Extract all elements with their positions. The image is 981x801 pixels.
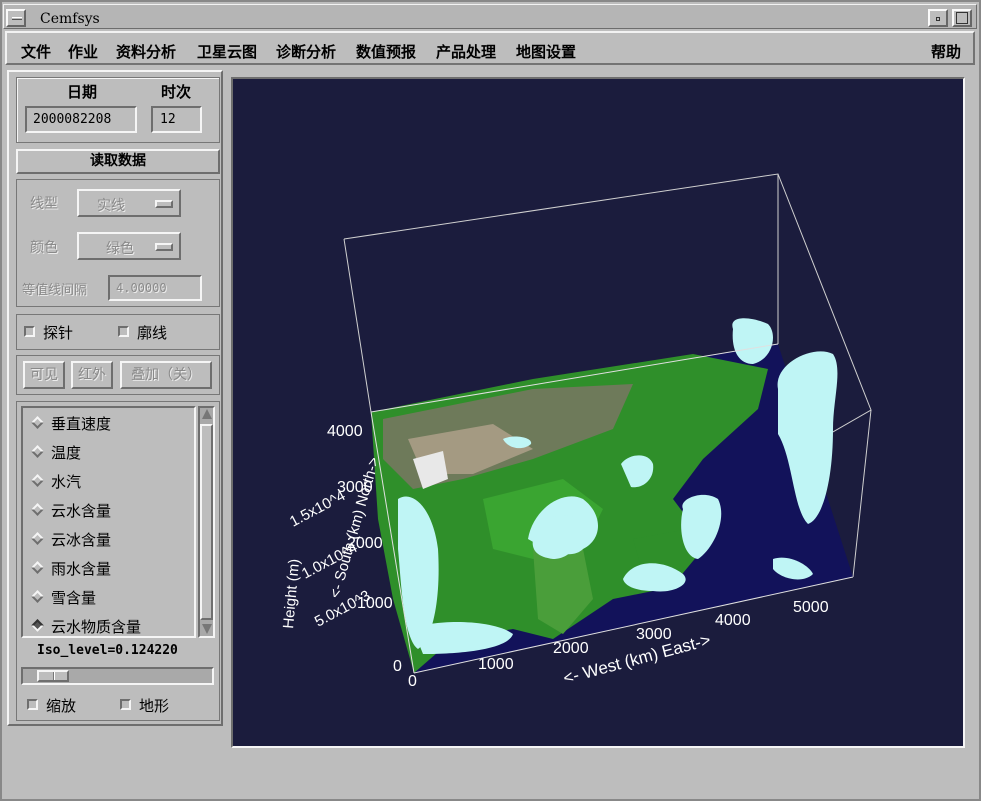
menu-bar: 文件 作业 资料分析 卫星云图 诊断分析 数值预报 产品处理 地图设置 帮助 xyxy=(5,31,975,65)
3d-viewport[interactable]: 4000 3000 2000 1000 0 Height (m) 5.0x10^… xyxy=(231,77,965,748)
list-item[interactable]: 云水含量 xyxy=(23,495,194,524)
terrain-label: 地形 xyxy=(139,697,170,715)
time-input[interactable]: 12 xyxy=(151,106,202,133)
color-select[interactable]: 绿色 xyxy=(77,232,181,260)
menu-job[interactable]: 作业 xyxy=(68,41,98,62)
date-input[interactable]: 2000082208 xyxy=(25,106,137,133)
radio-icon xyxy=(31,561,44,574)
maximize-button[interactable] xyxy=(952,9,972,27)
probe-label: 探针 xyxy=(43,324,74,342)
overlay-button[interactable]: 叠加（关） xyxy=(120,361,212,389)
outline-checkbox[interactable] xyxy=(118,326,129,337)
line-type-select[interactable]: 实线 xyxy=(77,189,181,217)
variable-list-scrollbar[interactable] xyxy=(198,406,215,638)
z-tick-4000: 4000 xyxy=(327,423,363,440)
scrollbar-thumb[interactable] xyxy=(200,424,213,620)
window-menu-button[interactable] xyxy=(6,9,26,27)
bounding-box-vertical-edge xyxy=(852,409,872,578)
minimize-button[interactable] xyxy=(928,9,948,27)
iso-level-slider[interactable] xyxy=(21,667,214,685)
list-item-label: 垂直速度 xyxy=(51,415,112,433)
list-item[interactable]: 水汽 xyxy=(23,466,194,495)
y-axis-label: <- South (km) North-> xyxy=(327,455,384,600)
list-item[interactable]: 温度 xyxy=(23,437,194,466)
contour-interval-input[interactable]: 4.00000 xyxy=(108,275,202,301)
line-type-label: 线型 xyxy=(30,196,58,212)
probe-checkbox[interactable] xyxy=(24,326,35,337)
visible-button[interactable]: 可见 xyxy=(23,361,65,389)
title-bar[interactable]: Cemfsys xyxy=(3,4,977,29)
list-item-label: 云冰含量 xyxy=(51,531,112,549)
radio-icon xyxy=(31,445,44,458)
x-tick-0: 0 xyxy=(408,673,417,690)
slider-thumb[interactable] xyxy=(37,670,69,682)
radio-icon xyxy=(31,503,44,516)
line-type-value: 实线 xyxy=(97,198,125,214)
color-label: 颜色 xyxy=(30,240,58,256)
list-item[interactable]: 雨水含量 xyxy=(23,553,194,582)
list-item-label: 雪含量 xyxy=(51,589,97,607)
slider-grip-icon xyxy=(53,672,55,680)
menu-diagnostic-analysis[interactable]: 诊断分析 xyxy=(276,41,336,62)
radio-icon xyxy=(31,474,44,487)
menu-file[interactable]: 文件 xyxy=(21,41,51,62)
x-tick-5000: 5000 xyxy=(793,599,829,616)
list-item-label: 水汽 xyxy=(51,473,82,491)
menu-help[interactable]: 帮助 xyxy=(931,41,961,62)
menu-numerical-forecast[interactable]: 数值预报 xyxy=(356,41,416,62)
zoom-checkbox[interactable] xyxy=(27,699,38,710)
menu-product-processing[interactable]: 产品处理 xyxy=(436,41,496,62)
contour-interval-label: 等值线间隔 xyxy=(22,283,88,298)
read-data-button[interactable]: 读取数据 xyxy=(16,149,220,174)
dropdown-icon xyxy=(155,200,173,208)
menu-map-settings[interactable]: 地图设置 xyxy=(516,41,576,62)
list-item-label: 温度 xyxy=(51,444,82,462)
variable-list: 垂直速度 温度 水汽 云水含量 云冰含量 雨水含量 雪含量 云水物质含量 xyxy=(21,406,196,638)
color-value: 绿色 xyxy=(106,241,134,257)
iso-level-readout: Iso_level=0.124220 xyxy=(37,643,178,658)
menu-satellite-images[interactable]: 卫星云图 xyxy=(197,41,257,62)
radio-icon xyxy=(31,532,44,545)
radio-icon xyxy=(31,416,44,429)
radio-icon xyxy=(31,590,44,603)
list-item-label: 云水物质含量 xyxy=(51,618,142,636)
radio-selected-icon xyxy=(31,619,44,632)
x-tick-4000: 4000 xyxy=(715,612,751,629)
list-item[interactable]: 云冰含量 xyxy=(23,524,194,553)
x-tick-2000: 2000 xyxy=(553,640,589,657)
minimize-icon xyxy=(936,17,940,21)
list-item-label: 雨水含量 xyxy=(51,560,112,578)
terrain-checkbox[interactable] xyxy=(120,699,131,710)
list-item-label: 云水含量 xyxy=(51,502,112,520)
list-item[interactable]: 垂直速度 xyxy=(23,408,194,437)
list-item[interactable]: 云水物质含量 xyxy=(23,611,194,636)
3d-plot-canvas[interactable]: 4000 3000 2000 1000 0 Height (m) 5.0x10^… xyxy=(233,79,963,746)
list-item[interactable]: 雪含量 xyxy=(23,582,194,611)
time-label: 时次 xyxy=(161,83,192,101)
x-tick-1000: 1000 xyxy=(478,656,514,673)
scroll-down-icon[interactable] xyxy=(202,624,212,634)
z-tick-0: 0 xyxy=(393,658,402,675)
menu-data-analysis[interactable]: 资料分析 xyxy=(116,41,176,62)
date-label: 日期 xyxy=(67,83,98,101)
zoom-label: 缩放 xyxy=(46,697,77,715)
maximize-icon xyxy=(956,12,968,24)
infrared-button[interactable]: 红外 xyxy=(71,361,113,389)
outline-label: 廓线 xyxy=(137,324,168,342)
window-menu-icon xyxy=(12,17,22,20)
window-title: Cemfsys xyxy=(40,11,100,27)
scroll-up-icon[interactable] xyxy=(202,409,212,419)
dropdown-icon xyxy=(155,243,173,251)
bounding-box-vertical-edge xyxy=(343,238,372,413)
y-tick-15000: 1.5x10^4 xyxy=(287,487,348,530)
